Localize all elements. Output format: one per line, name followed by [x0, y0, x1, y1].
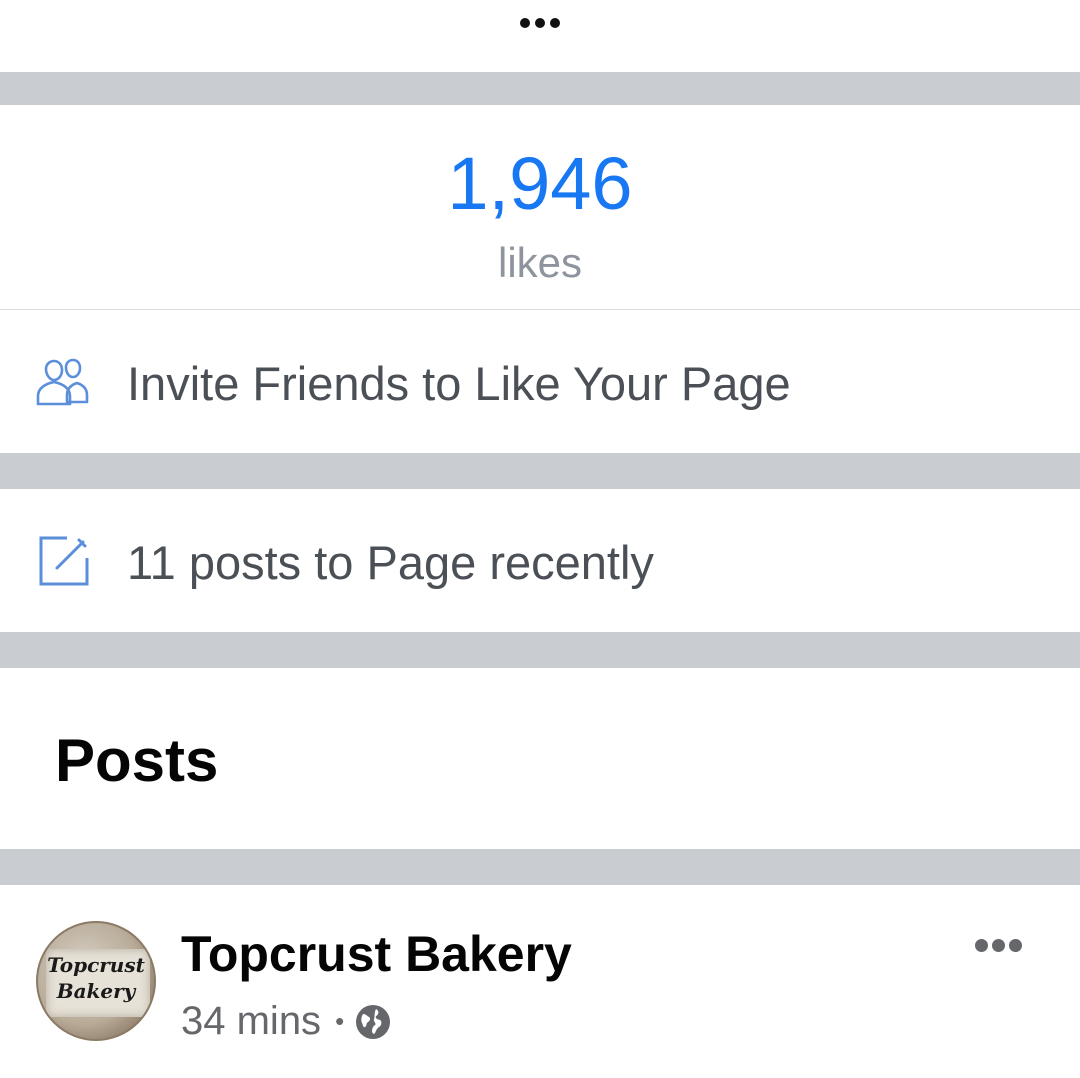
- friends-icon: [36, 354, 92, 410]
- meta-separator: •: [335, 1006, 345, 1036]
- page-insights-screen: 1,946 likes Invite Friends to Like Your …: [0, 0, 1080, 1078]
- post-timestamp[interactable]: 34 mins: [181, 999, 321, 1044]
- likes-label: likes: [497, 239, 583, 286]
- post-header: Topcrust Bakery Topcrust Bakery 34 mins …: [0, 885, 1080, 1078]
- recent-posts-row[interactable]: 11 posts to Page recently: [0, 489, 1080, 632]
- section-divider: [0, 632, 1080, 668]
- page-avatar[interactable]: Topcrust Bakery: [36, 921, 156, 1041]
- post-author-name[interactable]: Topcrust Bakery: [181, 925, 572, 983]
- post-meta: 34 mins •: [181, 999, 392, 1044]
- section-divider: [0, 453, 1080, 489]
- invite-friends-row[interactable]: Invite Friends to Like Your Page: [0, 310, 1080, 453]
- top-bar: [0, 0, 1080, 72]
- invite-friends-label: Invite Friends to Like Your Page: [127, 357, 791, 410]
- compose-icon: [36, 533, 92, 589]
- likes-summary[interactable]: 1,946 likes: [0, 105, 1080, 309]
- likes-count: 1,946: [447, 142, 633, 225]
- section-divider: [0, 72, 1080, 105]
- post-more-options-icon[interactable]: [973, 937, 1024, 954]
- posts-section-heading: Posts: [55, 727, 219, 794]
- globe-icon[interactable]: [354, 1003, 392, 1041]
- recent-posts-label: 11 posts to Page recently: [127, 536, 654, 589]
- more-options-icon[interactable]: [512, 14, 568, 32]
- section-divider: [0, 849, 1080, 885]
